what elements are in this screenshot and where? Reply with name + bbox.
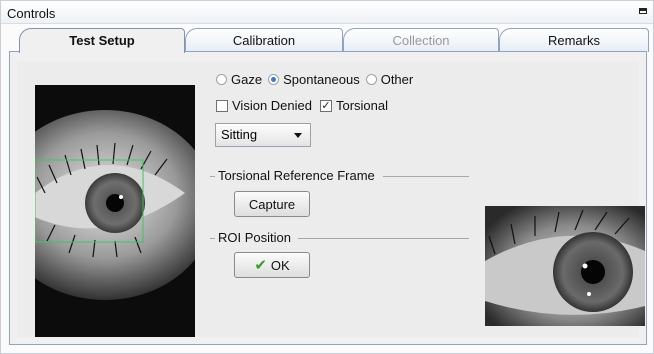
controls-panel: Controls Test Setup Calibration Collecti… — [0, 0, 654, 354]
capture-button[interactable]: Capture — [234, 191, 310, 217]
ok-button-label: OK — [270, 257, 290, 273]
group-divider — [383, 176, 469, 177]
tab-collection: Collection — [343, 28, 499, 52]
ok-button[interactable]: ✔ OK — [234, 252, 310, 278]
torsional-label: Torsional — [335, 98, 389, 113]
group-divider — [298, 238, 469, 239]
roi-position-title: ROI Position — [218, 230, 291, 245]
tab-remarks[interactable]: Remarks — [499, 28, 649, 52]
tab-strip: Test Setup Calibration Collection Remark… — [9, 28, 649, 53]
radio-spontaneous-label: Spontaneous — [283, 72, 360, 87]
radio-other-label: Other — [380, 72, 414, 87]
reference-eye-image — [485, 206, 645, 326]
radio-gaze-label: Gaze — [231, 72, 263, 87]
torsional-frame-title: Torsional Reference Frame — [218, 168, 375, 183]
eye-camera-image — [35, 85, 195, 337]
pin-icon[interactable] — [639, 8, 647, 14]
panel-titlebar: Controls — [1, 1, 653, 24]
group-divider — [210, 176, 215, 177]
torsional-checkbox[interactable]: ✓ — [319, 99, 332, 112]
vision-denied-label: Vision Denied — [232, 98, 312, 113]
position-select[interactable]: Sitting — [215, 123, 311, 147]
position-select-value: Sitting — [221, 127, 258, 142]
mode-radio-group: Gaze Spontaneous Other — [216, 72, 413, 87]
tab-calibration[interactable]: Calibration — [185, 28, 343, 52]
tab-test-setup[interactable]: Test Setup — [19, 28, 185, 53]
radio-spontaneous[interactable] — [268, 74, 280, 85]
radio-other[interactable] — [365, 74, 377, 85]
radio-gaze[interactable] — [216, 74, 227, 85]
test-setup-page: Gaze Spontaneous Other Vision Denied ✓ T… — [17, 61, 645, 337]
vision-denied-checkbox[interactable] — [216, 99, 228, 112]
options-checkbox-group: Vision Denied ✓ Torsional — [216, 98, 388, 113]
tab-content: Gaze Spontaneous Other Vision Denied ✓ T… — [9, 51, 647, 345]
checkmark-icon: ✔ — [254, 256, 267, 274]
chevron-down-icon — [294, 133, 302, 138]
group-divider — [210, 238, 215, 239]
panel-title: Controls — [7, 6, 56, 21]
